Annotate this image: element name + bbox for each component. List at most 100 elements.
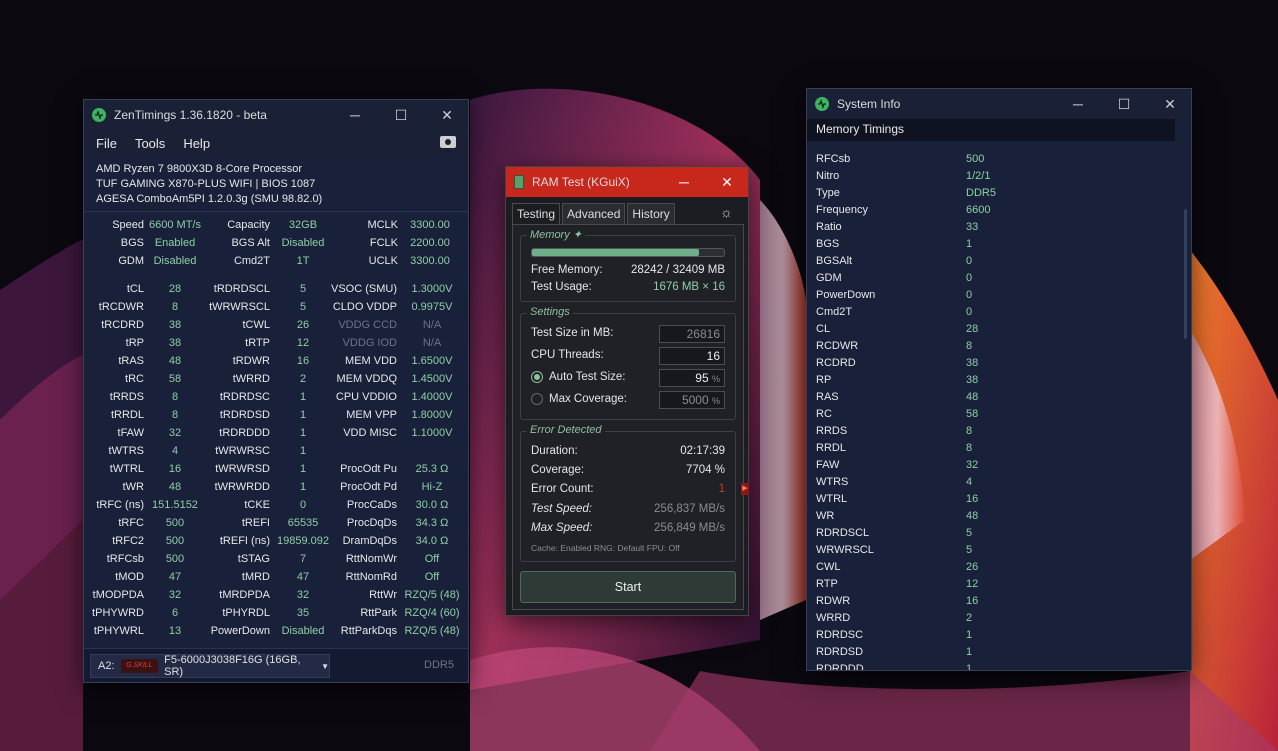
auto-size-input[interactable]: 95 % xyxy=(659,369,725,387)
testing-panel: Memory ✦ Free Memory: 28242 / 32409 MB T… xyxy=(512,224,744,610)
close-icon[interactable]: ✕ xyxy=(1147,89,1191,119)
sys-titlebar[interactable]: System Info ─ ☐ ✕ xyxy=(807,89,1191,119)
tab-history[interactable]: History xyxy=(627,203,675,225)
timing-value: 28 xyxy=(966,323,979,335)
timing-label: ProcDqDs xyxy=(346,517,397,529)
timing-label: VSOC (SMU) xyxy=(331,283,397,295)
camera-icon[interactable] xyxy=(440,136,456,148)
test-size-input[interactable]: 26816 xyxy=(659,325,725,343)
timing-name: RTP xyxy=(816,578,838,590)
timing-name: RDRDSD xyxy=(816,646,864,658)
timing-value: Hi-Z xyxy=(421,481,443,493)
dimm-type: DDR5 xyxy=(424,659,454,671)
timing-value: 1 xyxy=(966,238,973,250)
timing-label: tWRWRDD xyxy=(214,481,270,493)
timing-value: 48 xyxy=(966,510,979,522)
timing-label: VDDG CCD xyxy=(338,319,397,331)
timing-value: 26 xyxy=(966,561,979,573)
timing-value: 58 xyxy=(966,408,979,420)
minimize-icon[interactable]: ─ xyxy=(661,167,707,197)
timing-value: 48 xyxy=(966,391,979,403)
error-detected-label: Error Detected xyxy=(527,424,605,436)
zentimings-window: ZenTimings 1.36.1820 - beta ─ ☐ ✕ File T… xyxy=(83,99,469,683)
timing-value: 8 xyxy=(966,340,973,352)
theme-icon[interactable]: ☼ xyxy=(720,204,733,220)
timing-label: tWTRL xyxy=(109,463,144,475)
dimm-selector[interactable]: A2: G.SKILL F5-6000J3038F16G (16GB, SR) … xyxy=(90,654,330,678)
timing-value: 33 xyxy=(966,221,979,233)
menu-file[interactable]: File xyxy=(96,136,117,151)
timing-label: CLDO VDDP xyxy=(332,301,397,313)
test-usage-label: Test Usage: xyxy=(531,281,592,293)
timing-label: tPHYRDL xyxy=(222,607,270,619)
max-coverage-radio[interactable] xyxy=(531,393,543,405)
timing-label: tSTAG xyxy=(237,553,270,565)
minimize-icon[interactable]: ─ xyxy=(332,100,378,130)
timing-label: tRDRDDD xyxy=(219,427,270,439)
clock-value: Disabled xyxy=(281,237,325,249)
zen-title: ZenTimings 1.36.1820 - beta xyxy=(114,108,267,122)
test-size-label: Test Size in MB: xyxy=(531,327,614,339)
timing-label: RttPark xyxy=(360,607,397,619)
timing-value: 32 xyxy=(966,459,979,471)
timing-label: tFAW xyxy=(117,427,144,439)
maximize-icon[interactable]: ☐ xyxy=(1101,89,1147,119)
clock-label: Speed xyxy=(112,219,144,231)
max-speed-value: 256,849 MB/s xyxy=(654,522,725,534)
system-summary: AMD Ryzen 7 9800X3D 8-Core Processor TUF… xyxy=(96,162,322,207)
timing-name: WRWRSCL xyxy=(816,544,874,556)
clock-value: 32GB xyxy=(288,219,318,231)
timing-label: tWR xyxy=(122,481,144,493)
timing-label: tMODPDA xyxy=(92,589,144,601)
timing-value: Off xyxy=(424,553,440,565)
timing-value: 16 xyxy=(966,595,979,607)
tab-advanced[interactable]: Advanced xyxy=(562,203,626,225)
close-icon[interactable]: ✕ xyxy=(424,100,470,130)
timing-name: WTRL xyxy=(816,493,848,505)
timing-label: tWRWRSCL xyxy=(209,301,270,313)
timing-label: tRRDL xyxy=(110,409,144,421)
timing-name: WRRD xyxy=(816,612,851,624)
timing-label: tRDRDSCL xyxy=(213,283,270,295)
max-coverage-input[interactable]: 5000 % xyxy=(659,391,725,409)
timing-label: MEM VDD xyxy=(345,355,397,367)
systeminfo-window: System Info ─ ☐ ✕ Memory Timings RFCsb 50… xyxy=(806,88,1192,671)
board-name: TUF GAMING X870-PLUS WIFI | BIOS 1087 xyxy=(96,178,316,190)
timing-label: RttWr xyxy=(369,589,397,601)
test-speed-label: Test Speed: xyxy=(531,503,592,515)
timing-label: VDDG IOD xyxy=(342,337,397,349)
ram-titlebar[interactable]: RAM Test (KGuiX) ─ ✕ xyxy=(506,167,748,197)
memory-bar-fill xyxy=(532,249,700,256)
status-footer: Cache: Enabled RNG: Default FPU: Off xyxy=(531,543,680,553)
error-indicator-icon[interactable]: ▶ xyxy=(741,483,749,495)
timing-label: ProcCaDs xyxy=(346,499,397,511)
zen-titlebar[interactable]: ZenTimings 1.36.1820 - beta ─ ☐ ✕ xyxy=(84,100,468,130)
dimm-footer: A2: G.SKILL F5-6000J3038F16G (16GB, SR) … xyxy=(84,648,468,682)
tab-testing[interactable]: Testing xyxy=(512,203,561,225)
scrollbar[interactable] xyxy=(1184,209,1187,339)
settings-label: Settings xyxy=(527,306,573,318)
timing-name: CWL xyxy=(816,561,841,573)
maximize-icon[interactable]: ☐ xyxy=(378,100,424,130)
cpu-threads-input[interactable]: 16 xyxy=(659,347,725,365)
menu-tools[interactable]: Tools xyxy=(135,136,165,151)
timing-name: Type xyxy=(816,187,840,199)
menu-help[interactable]: Help xyxy=(183,136,210,151)
close-icon[interactable]: ✕ xyxy=(704,167,750,197)
clock-label: MCLK xyxy=(367,219,398,231)
timing-name: GDM xyxy=(816,272,842,284)
timing-value: 6600 xyxy=(966,204,991,216)
start-button[interactable]: Start xyxy=(520,571,736,603)
auto-size-radio[interactable] xyxy=(531,371,543,383)
timing-name: RP xyxy=(816,374,832,386)
max-coverage-value: 5000 xyxy=(681,393,709,407)
timing-label: CPU VDDIO xyxy=(335,391,397,403)
timing-name: RCDRD xyxy=(816,357,856,369)
minimize-icon[interactable]: ─ xyxy=(1055,89,1101,119)
timing-label: tMRD xyxy=(241,571,270,583)
timing-label: ProcOdt Pd xyxy=(340,481,397,493)
ram-tabs: Testing Advanced History xyxy=(512,203,677,225)
timing-value: RZQ/5 (48) xyxy=(404,589,460,601)
timing-label: MEM VDDQ xyxy=(336,373,398,385)
timing-name: RAS xyxy=(816,391,839,403)
